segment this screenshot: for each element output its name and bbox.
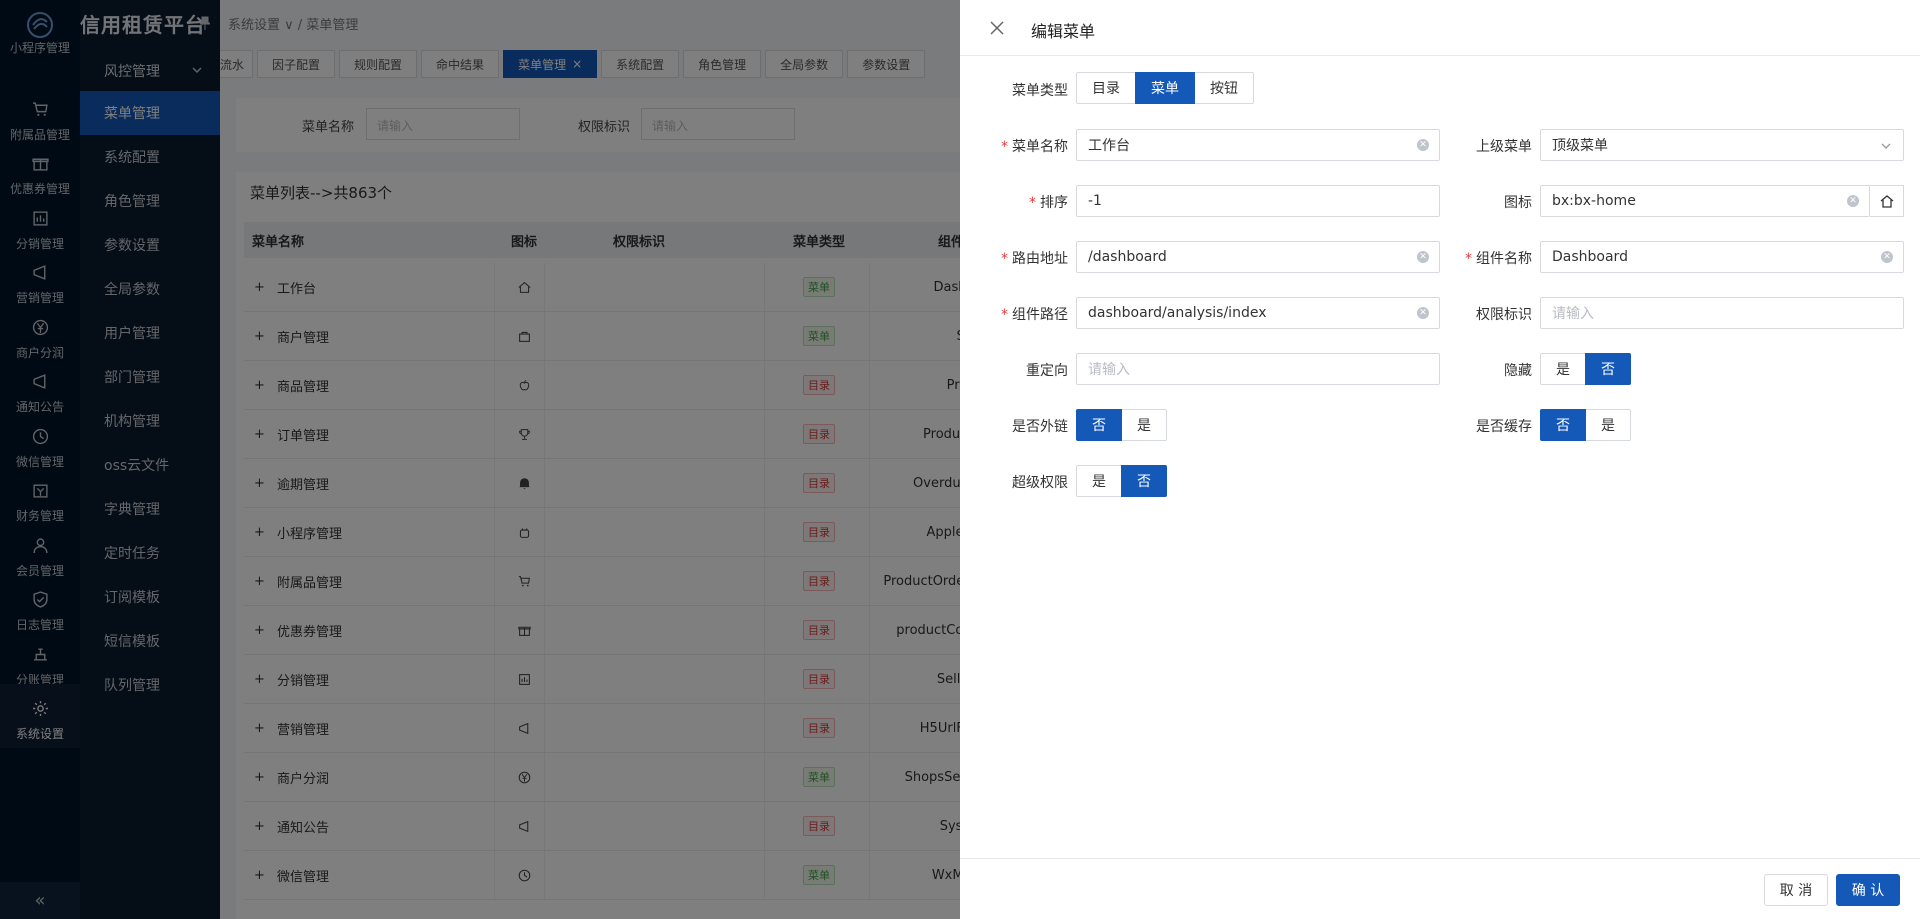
hidden-label: 隐藏 [1504,363,1532,379]
permission-label: 权限标识 [1476,307,1532,323]
permission-placeholder: 请输入 [1552,306,1594,322]
component-path-input[interactable]: dashboard/analysis/index ✕ [1076,297,1440,329]
icon-value: bx:bx-home [1552,193,1636,209]
required-mark: * [1001,251,1008,267]
menu-type-menu[interactable]: 菜单 [1135,72,1195,104]
clear-icon[interactable]: ✕ [1417,251,1429,263]
menu-name-value: 工作台 [1088,138,1130,154]
sort-value: -1 [1088,193,1102,209]
sort-label: * 排序 [990,192,1068,212]
menu-type-label: 菜单类型 [1012,83,1068,99]
chevron-down-icon [1881,143,1891,149]
cache-yes[interactable]: 是 [1585,409,1631,441]
route-input[interactable]: /dashboard ✕ [1076,241,1440,273]
clear-icon[interactable]: ✕ [1881,251,1893,263]
sort-input[interactable]: -1 [1076,185,1440,217]
home-icon [1880,195,1893,208]
clear-icon[interactable]: ✕ [1417,307,1429,319]
cache-label: 是否缓存 [1476,419,1532,435]
super-permission-yes[interactable]: 是 [1076,465,1122,497]
component-name-label: * 组件名称 [1454,248,1532,268]
route-value: /dashboard [1088,249,1167,265]
component-path-label: * 组件路径 [990,304,1068,324]
redirect-label: 重定向 [1026,363,1068,379]
hidden-radio-group: 是 否 [1540,353,1631,385]
menu-type-radio-group: 目录 菜单 按钮 [1076,72,1254,104]
route-label: * 路由地址 [990,248,1068,268]
close-icon[interactable] [989,20,1005,36]
route-label-text: 路由地址 [1012,251,1068,267]
parent-menu-value: 顶级菜单 [1552,138,1608,154]
required-mark: * [1001,307,1008,323]
confirm-button[interactable]: 确 认 [1836,874,1900,906]
required-mark: * [1001,139,1008,155]
component-path-value: dashboard/analysis/index [1088,305,1267,321]
menu-name-label-text: 菜单名称 [1012,139,1068,155]
external-no[interactable]: 否 [1076,409,1122,441]
permission-input[interactable]: 请输入 [1540,297,1904,329]
external-yes[interactable]: 是 [1121,409,1167,441]
component-path-label-text: 组件路径 [1012,307,1068,323]
icon-label: 图标 [1504,195,1532,211]
redirect-input[interactable]: 请输入 [1076,353,1440,385]
super-permission-no[interactable]: 否 [1121,465,1167,497]
component-name-input[interactable]: Dashboard ✕ [1540,241,1904,273]
super-permission-radio-group: 是 否 [1076,465,1167,497]
clear-icon[interactable]: ✕ [1847,195,1859,207]
parent-menu-select[interactable]: 顶级菜单 [1540,129,1904,161]
component-name-value: Dashboard [1552,249,1628,265]
redirect-placeholder: 请输入 [1088,362,1130,378]
drawer-title: 编辑菜单 [1031,22,1096,41]
drawer-header-divider [960,55,1920,56]
sort-label-text: 排序 [1040,195,1068,211]
parent-menu-label: 上级菜单 [1476,139,1532,155]
cache-radio-group: 否 是 [1540,409,1631,441]
drawer-footer-divider [960,858,1920,859]
menu-name-input[interactable]: 工作台 ✕ [1076,129,1440,161]
menu-name-label: * 菜单名称 [990,136,1068,156]
icon-input[interactable]: bx:bx-home ✕ [1540,185,1870,217]
icon-picker-button[interactable] [1870,185,1904,217]
clear-icon[interactable]: ✕ [1417,139,1429,151]
cache-no[interactable]: 否 [1540,409,1586,441]
menu-type-button[interactable]: 按钮 [1194,72,1254,104]
menu-type-directory[interactable]: 目录 [1076,72,1136,104]
external-label: 是否外链 [1012,419,1068,435]
super-permission-label: 超级权限 [1012,475,1068,491]
external-radio-group: 否 是 [1076,409,1167,441]
cancel-button[interactable]: 取 消 [1764,874,1828,906]
hidden-yes[interactable]: 是 [1540,353,1586,385]
hidden-no[interactable]: 否 [1585,353,1631,385]
required-mark: * [1029,195,1036,211]
required-mark: * [1465,251,1472,267]
modal-overlay[interactable] [0,0,960,919]
component-name-label-text: 组件名称 [1476,251,1532,267]
